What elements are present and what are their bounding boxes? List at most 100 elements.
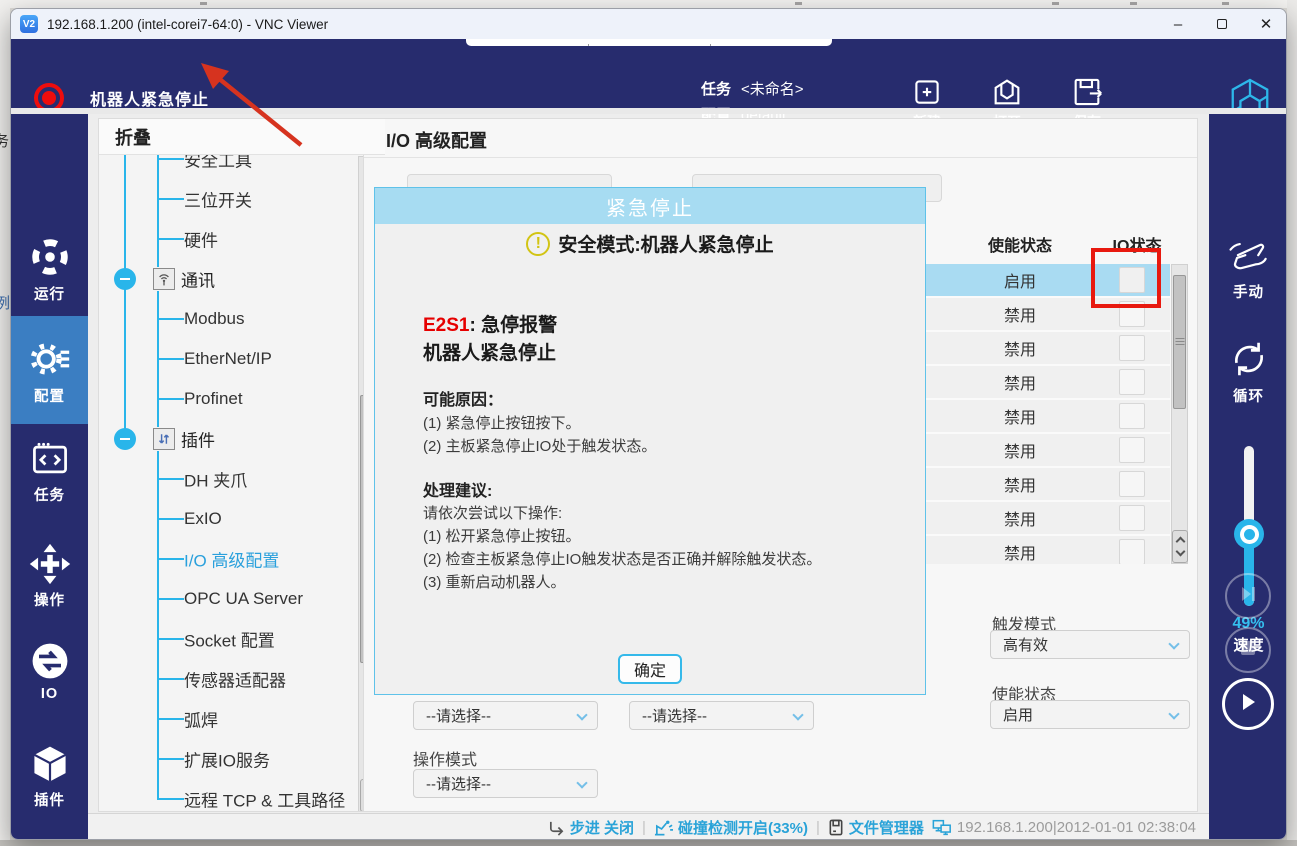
step-forward-button[interactable] xyxy=(1225,573,1271,619)
chevron-down-icon xyxy=(576,777,587,788)
desktop-fragment-mark xyxy=(1130,2,1137,5)
right-control-sidebar: 手动 循环 49% 速度 xyxy=(1209,114,1287,840)
task-value: <未命名> xyxy=(741,81,804,98)
tree-item-ethernet-ip[interactable]: EtherNet/IP xyxy=(99,339,385,379)
window-titlebar[interactable]: V2 192.168.1.200 (intel-corei7-64:0) - V… xyxy=(11,9,1287,39)
config-tree-panel: 折叠 安全工具三位开关硬件通讯ModbusEtherNet/IPProfinet… xyxy=(98,118,386,812)
dialog-heading: ! 安全模式:机器人紧急停止 xyxy=(375,230,925,257)
tree-connector xyxy=(157,718,184,720)
io-state-checkbox[interactable] xyxy=(1119,403,1145,429)
vnc-logo-icon: V2 xyxy=(20,15,38,33)
file-manager-button[interactable]: 文件管理器 xyxy=(828,817,924,838)
tree-item-label: 远程 TCP & 工具路径 xyxy=(184,787,345,812)
io-state-checkbox[interactable] xyxy=(1119,539,1145,564)
io-state-checkbox[interactable] xyxy=(1119,505,1145,531)
table-scrollbar-arrows[interactable] xyxy=(1172,530,1188,563)
table-scrollbar[interactable] xyxy=(1171,264,1188,564)
minimize-button[interactable]: – xyxy=(1156,9,1200,39)
close-button[interactable]: ✕ xyxy=(1244,9,1287,39)
trigger-mode-select[interactable]: 高有效 xyxy=(990,630,1190,659)
tree-connector xyxy=(157,598,184,600)
ok-button[interactable]: 确定 xyxy=(618,654,682,684)
tree-item-sensor-adapter[interactable]: 传感器适配器 xyxy=(99,659,385,699)
header-divider xyxy=(11,108,1287,114)
tree-item-label: Profinet xyxy=(184,389,243,409)
io-state-checkbox[interactable] xyxy=(1119,437,1145,463)
save-icon xyxy=(1055,75,1119,109)
gear-icon xyxy=(11,336,88,382)
enable-state-cell: 禁用 xyxy=(1004,370,1036,394)
tree-item-label: Modbus xyxy=(184,309,244,329)
tree-item-label: 弧焊 xyxy=(184,707,218,732)
tree-item-label: 通讯 xyxy=(181,267,215,292)
network-monitor-icon xyxy=(932,819,952,836)
desktop-strip-right xyxy=(1287,0,1297,840)
tree-item-exio[interactable]: ExIO xyxy=(99,499,385,539)
stop-button[interactable] xyxy=(1225,627,1271,673)
causes-title: 可能原因： xyxy=(423,386,503,410)
enable-state-cell: 启用 xyxy=(1004,268,1036,292)
tree-item-remote-tcp-toolpath[interactable]: 远程 TCP & 工具路径 xyxy=(99,779,385,812)
sidebar-item-task[interactable]: 任务 xyxy=(11,437,88,505)
maximize-button[interactable] xyxy=(1200,9,1244,39)
collapse-minus-icon[interactable] xyxy=(114,428,136,450)
cause-line: (2) 主板紧急停止IO处于触发状态。 xyxy=(423,435,656,456)
op-mode-select[interactable]: --请选择-- xyxy=(413,769,598,798)
select-placeholder-dropdown-2[interactable]: --请选择-- xyxy=(629,701,814,730)
sidebar-item-run[interactable]: 运行 xyxy=(11,234,88,304)
collision-detect-status[interactable]: 碰撞检测开启(33%) xyxy=(654,817,808,838)
tree-item-communication[interactable]: 通讯 xyxy=(99,259,385,299)
error-name: 急停报警 xyxy=(481,315,557,336)
tree-item-io-advanced[interactable]: I/O 高级配置 xyxy=(99,539,385,579)
left-nav-sidebar: 运行 配置 任务 操作 IO 插件 D2AC xyxy=(11,114,88,840)
stop-icon xyxy=(1240,640,1256,661)
speed-slider-thumb[interactable] xyxy=(1234,519,1264,549)
page-title: I/O 高级配置 xyxy=(386,127,487,153)
cube-icon xyxy=(11,742,88,786)
tree-item-label: 三位开关 xyxy=(184,187,252,212)
robot-app-header: 机器人紧急停止 任务<未命名> 配置default 新建 打开 保存 xyxy=(11,39,1287,108)
tree-item-profinet[interactable]: Profinet xyxy=(99,379,385,419)
sidebar-item-plugin[interactable]: 插件 xyxy=(11,742,88,810)
tree-item-socket-config[interactable]: Socket 配置 xyxy=(99,619,385,659)
tree-connector xyxy=(157,638,184,640)
desktop-fragment-mark xyxy=(795,2,802,5)
cycle-arrows-icon xyxy=(1209,336,1287,382)
tree-collapse-header[interactable]: 折叠 xyxy=(99,119,385,155)
manual-mode-button[interactable]: 手动 xyxy=(1209,236,1287,302)
io-state-checkbox[interactable] xyxy=(1119,369,1145,395)
step-status[interactable]: 步进 关闭 xyxy=(548,817,634,838)
tree-item-opc-ua-server[interactable]: OPC UA Server xyxy=(99,579,385,619)
sidebar-item-config[interactable]: 配置 xyxy=(11,316,88,424)
collapse-minus-icon[interactable] xyxy=(114,268,136,290)
enable-state-cell: 禁用 xyxy=(1004,438,1036,462)
play-button[interactable] xyxy=(1222,678,1274,730)
tree-item-arc-welding[interactable]: 弧焊 xyxy=(99,699,385,739)
desktop-strip-left xyxy=(0,0,10,840)
table-scrollbar-thumb[interactable] xyxy=(1173,275,1186,409)
select-placeholder-dropdown-1[interactable]: --请选择-- xyxy=(413,701,598,730)
sidebar-item-operate[interactable]: 操作 xyxy=(11,542,88,610)
enable-state-select[interactable]: 启用 xyxy=(990,700,1190,729)
desktop-text-fragment: 例 xyxy=(0,292,10,313)
tree-item-extended-io-service[interactable]: 扩展IO服务 xyxy=(99,739,385,779)
tree-connector xyxy=(157,478,184,480)
title-divider xyxy=(364,157,1197,158)
io-state-checkbox[interactable] xyxy=(1119,335,1145,361)
tree-item-modbus[interactable]: Modbus xyxy=(99,299,385,339)
tree-item-label: 传感器适配器 xyxy=(184,667,286,692)
warning-icon: ! xyxy=(526,232,550,256)
io-state-checkbox[interactable] xyxy=(1119,471,1145,497)
vnc-toolbar-notch[interactable] xyxy=(466,39,832,46)
scroll-down-icon[interactable] xyxy=(1175,547,1185,557)
scroll-up-icon[interactable] xyxy=(1175,536,1185,546)
tree-item-label: I/O 高级配置 xyxy=(184,547,279,572)
trigger-mode-value: 高有效 xyxy=(1003,634,1048,655)
tree-item-three-position-switch[interactable]: 三位开关 xyxy=(99,179,385,219)
desktop-fragment-mark xyxy=(200,2,207,5)
tree-item-plugins[interactable]: 插件 xyxy=(99,419,385,459)
cycle-mode-button[interactable]: 循环 xyxy=(1209,336,1287,406)
tree-item-dh-gripper[interactable]: DH 夹爪 xyxy=(99,459,385,499)
sidebar-item-io[interactable]: IO xyxy=(11,639,88,702)
tree-item-hardware[interactable]: 硬件 xyxy=(99,219,385,259)
